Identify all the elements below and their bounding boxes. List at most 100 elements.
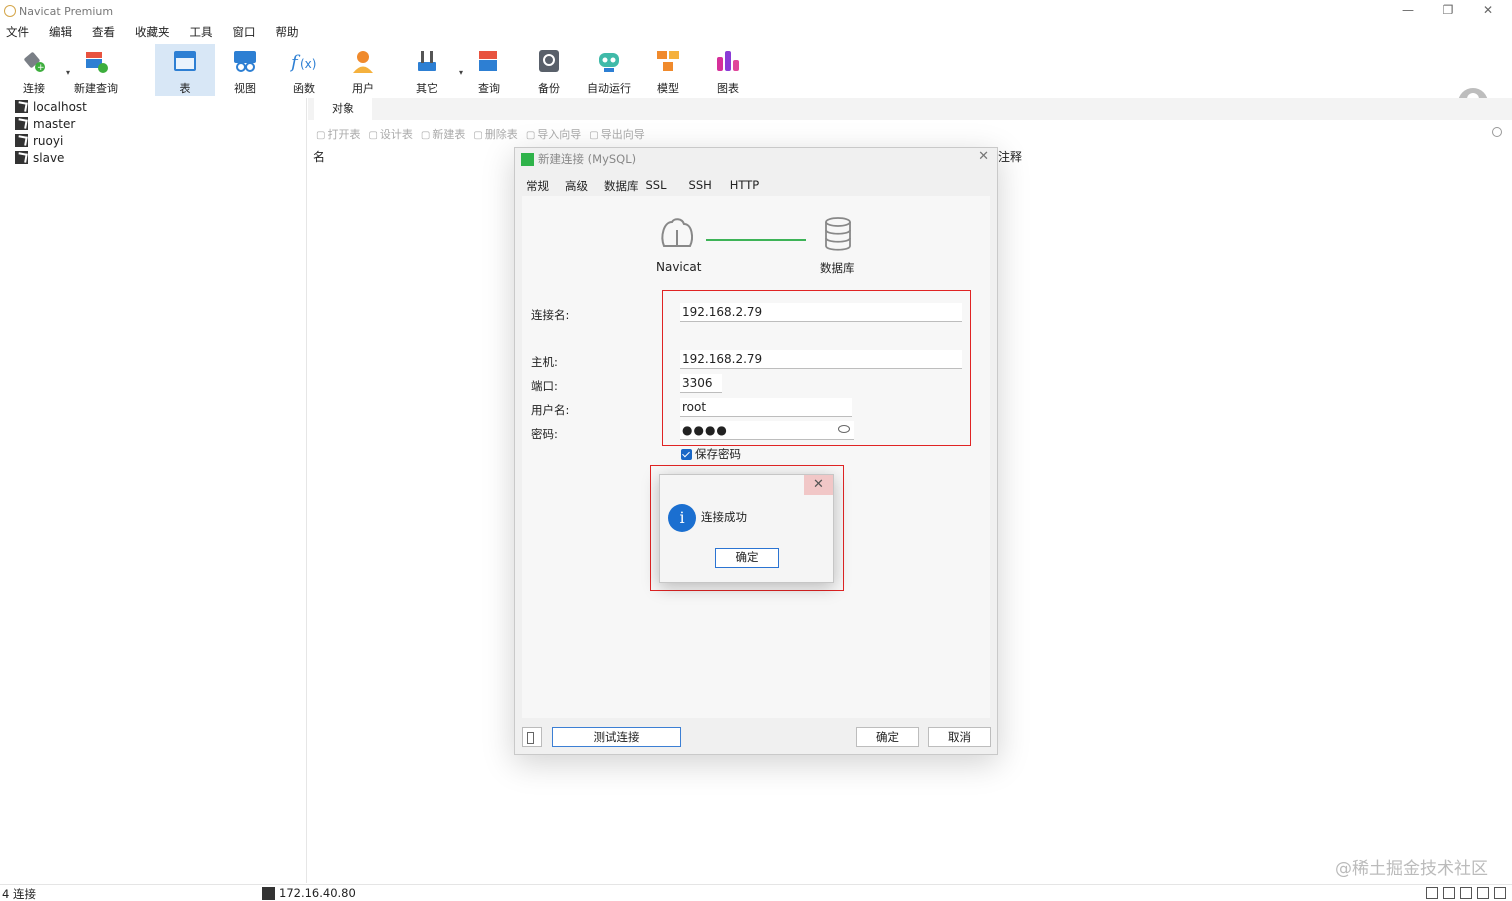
- svg-text:+: +: [37, 63, 45, 73]
- menu-help[interactable]: 帮助: [270, 22, 299, 42]
- save-password-checkbox[interactable]: 保存密码: [681, 446, 741, 462]
- general-panel: [522, 196, 990, 718]
- view-icon: [231, 48, 259, 74]
- toolbar-query-button[interactable]: 查询: [459, 44, 519, 96]
- sidebar-toggle-button[interactable]: [522, 727, 542, 747]
- table-icon: [171, 48, 199, 74]
- toolbar-backup-button[interactable]: 备份: [519, 44, 579, 96]
- open-table-button[interactable]: 打开表: [316, 126, 360, 142]
- watermark: @稀土掘金技术社区: [1335, 859, 1488, 879]
- checkbox-checked-icon: [681, 448, 692, 460]
- export-wizard-button[interactable]: 导出向导: [589, 126, 645, 142]
- dialog-title-bar: 新建连接 (MySQL): [521, 151, 636, 167]
- design-table-button[interactable]: 设计表: [368, 126, 413, 142]
- toolbar-connect-button[interactable]: + 连接 ▾: [4, 44, 70, 96]
- username-label: 用户名:: [531, 403, 570, 417]
- dialog-ok-button[interactable]: 确定: [856, 727, 919, 747]
- restore-button[interactable]: ❐: [1428, 0, 1468, 22]
- close-button[interactable]: ✕: [1468, 0, 1508, 22]
- object-toolbar: 打开表 设计表 新建表 删除表 导入向导 导出向导: [308, 124, 1512, 144]
- conn-name-label: 连接名:: [531, 308, 570, 322]
- main-toolbar: + 连接 ▾ 新建查询 表 视图 f (x) 函数 用户 其它 ▾ 查询 备份 …: [0, 42, 1512, 118]
- fields-highlight-box: [662, 290, 971, 446]
- navicat-logo-icon: [4, 5, 16, 17]
- menu-tools[interactable]: 工具: [184, 22, 213, 42]
- toolbar-chart-button[interactable]: 图表: [698, 44, 758, 96]
- menu-bar: 文件 编辑 查看 收藏夹 工具 窗口 帮助: [0, 22, 299, 42]
- mysql-connection-icon: [15, 151, 28, 164]
- toolbar-new-query-button[interactable]: 新建查询: [66, 44, 126, 96]
- mysql-connection-icon: [262, 886, 275, 900]
- mysql-connection-icon: [15, 134, 28, 147]
- connection-localhost[interactable]: localhost: [0, 98, 306, 115]
- toolbar-model-button[interactable]: 模型: [638, 44, 698, 96]
- minimize-button[interactable]: —: [1388, 0, 1428, 22]
- grid-view-icon[interactable]: [1426, 887, 1438, 899]
- message-text: 连接成功: [701, 510, 747, 524]
- toolbar-view-button[interactable]: 视图: [215, 44, 275, 96]
- connection-tree: localhost master ruoyi slave: [0, 98, 307, 883]
- save-password-label: 保存密码: [695, 447, 741, 461]
- new-query-icon: [82, 48, 110, 74]
- navicat-window: Navicat Premium — ❐ ✕ 文件 编辑 查看 收藏夹 工具 窗口…: [0, 0, 1512, 901]
- model-icon: [654, 48, 682, 74]
- toolbar-other-button[interactable]: 其它 ▾: [397, 44, 463, 96]
- connection-ruoyi[interactable]: ruoyi: [0, 132, 306, 149]
- dialog-close-icon[interactable]: ✕: [978, 149, 989, 164]
- tab-database[interactable]: 数据库: [604, 178, 639, 194]
- new-table-button[interactable]: 新建表: [421, 126, 465, 142]
- port-label: 端口:: [531, 379, 558, 393]
- connection-master[interactable]: master: [0, 115, 306, 132]
- toolbar-table-button[interactable]: 表: [155, 44, 215, 96]
- host-label: 主机:: [531, 355, 558, 369]
- tab-objects[interactable]: 对象: [314, 98, 372, 120]
- svg-text:(x): (x): [300, 57, 316, 71]
- menu-file[interactable]: 文件: [0, 22, 29, 42]
- plug-icon: +: [20, 48, 48, 74]
- tab-general[interactable]: 常规: [526, 178, 549, 194]
- message-ok-button[interactable]: 确定: [715, 548, 779, 568]
- title-bar: Navicat Premium — ❐ ✕: [0, 0, 1512, 22]
- column-header-name[interactable]: 名: [313, 148, 325, 165]
- menu-view[interactable]: 查看: [86, 22, 115, 42]
- robot-icon: [595, 48, 623, 74]
- message-close-icon[interactable]: ✕: [804, 475, 833, 495]
- navicat-app-icon: [521, 152, 534, 166]
- left-panel-icon[interactable]: [1477, 887, 1489, 899]
- right-panel-icon[interactable]: [1494, 887, 1506, 899]
- current-server: 172.16.40.80: [262, 886, 356, 900]
- search-icon[interactable]: [1492, 127, 1502, 137]
- dialog-title: 新建连接 (MySQL): [538, 152, 637, 166]
- view-mode-buttons: [1426, 887, 1506, 899]
- menu-window[interactable]: 窗口: [227, 22, 256, 42]
- new-connection-dialog: 新建连接 (MySQL) ✕ 常规 高级 数据库 SSL SSH HTTP Na…: [514, 147, 998, 755]
- user-icon: [349, 48, 377, 74]
- tools-icon: [413, 48, 441, 74]
- list-view-icon[interactable]: [1443, 887, 1455, 899]
- import-wizard-button[interactable]: 导入向导: [526, 126, 581, 142]
- query-icon: [475, 48, 503, 74]
- backup-icon: [535, 48, 563, 74]
- connection-slave[interactable]: slave: [0, 149, 306, 166]
- toolbar-automation-button[interactable]: 自动运行: [579, 44, 639, 96]
- dialog-cancel-button[interactable]: 取消: [928, 727, 991, 747]
- toolbar-user-button[interactable]: 用户: [333, 44, 393, 96]
- database-icon: [823, 216, 853, 252]
- menu-favorites[interactable]: 收藏夹: [129, 22, 170, 42]
- tab-advanced[interactable]: 高级: [565, 178, 588, 194]
- dialog-tabs: 常规 高级 数据库 SSL SSH HTTP: [526, 178, 775, 194]
- column-header-comment[interactable]: 注释: [998, 148, 1022, 165]
- connection-count: 4 连接: [2, 887, 36, 901]
- test-connection-button[interactable]: 测试连接: [552, 727, 681, 747]
- navicat-logo-icon: [658, 216, 696, 252]
- menu-edit[interactable]: 编辑: [43, 22, 72, 42]
- toolbar-function-button[interactable]: f (x) 函数: [274, 44, 334, 96]
- tab-http[interactable]: HTTP: [730, 178, 759, 194]
- detail-view-icon[interactable]: [1460, 887, 1472, 899]
- tab-ssl[interactable]: SSL: [646, 178, 667, 194]
- chart-icon: [714, 48, 742, 74]
- delete-table-button[interactable]: 删除表: [473, 126, 518, 142]
- mysql-connection-icon: [15, 117, 28, 130]
- tab-ssh[interactable]: SSH: [689, 178, 712, 194]
- window-title: Navicat Premium: [19, 4, 114, 18]
